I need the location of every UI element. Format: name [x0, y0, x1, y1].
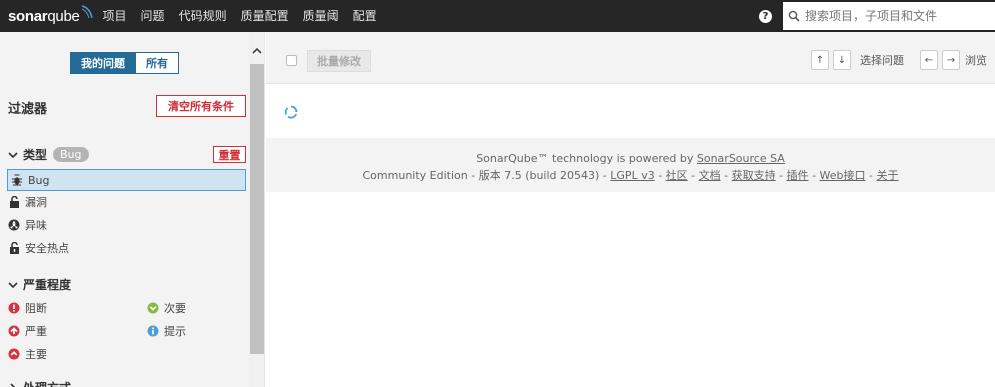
version-text: 版本 7.5 (build 20543) [478, 169, 600, 182]
sonar-wave-icon [81, 5, 93, 19]
minor-icon [147, 302, 159, 314]
blocker-icon [8, 302, 20, 314]
facet-item-blocker[interactable]: 阻断 [8, 298, 47, 318]
facet-item-label: 主要 [25, 348, 47, 361]
major-icon [8, 348, 20, 360]
my-issues-button[interactable]: 我的问题 [70, 52, 136, 74]
sonarsource-link[interactable]: SonarSource SA [697, 152, 785, 165]
chevron-down-icon [8, 151, 18, 159]
license-link[interactable]: LGPL v3 [610, 169, 654, 182]
scroll-up-arrow-icon[interactable] [249, 44, 264, 58]
facet-item-minor[interactable]: 次要 [147, 298, 186, 318]
facet-item-major[interactable]: 主要 [8, 344, 47, 364]
clear-all-filters-button[interactable]: 清空所有条件 [156, 95, 246, 117]
web-api-link[interactable]: Web接口 [820, 169, 866, 182]
sidebar-scrollbar[interactable] [249, 32, 264, 387]
bug-icon [11, 174, 23, 186]
nav-quality-gates[interactable]: 质量阈 [303, 0, 339, 32]
top-navigation-bar: sonarqube 项目 问题 代码规则 质量配置 质量阈 配置 ? [0, 0, 995, 32]
help-icon[interactable]: ? [759, 9, 772, 23]
arrow-down-key-icon: ↓ [833, 50, 851, 70]
facet-item-label: 次要 [164, 302, 186, 315]
logo-text-bold: sonar [8, 7, 48, 25]
critical-icon [8, 325, 20, 337]
nav-quality-profiles[interactable]: 质量配置 [241, 0, 289, 32]
arrow-left-key-icon: ← [920, 50, 938, 70]
page-footer: SonarQube™ technology is powered by Sona… [266, 138, 995, 192]
filters-sidebar: 我的问题 所有 过滤器 清空所有条件 类型 Bug 重置 Bug 漏洞 异味 安… [0, 32, 265, 387]
issues-main-panel: 批量修改 ↑ ↓ 选择问题 ← → 浏览 SonarQube™ technolo… [266, 32, 995, 387]
all-issues-button[interactable]: 所有 [136, 52, 179, 74]
severity-facet-header[interactable]: 严重程度 [8, 276, 71, 293]
type-facet-title: 类型 [23, 148, 48, 162]
nav-administration[interactable]: 配置 [353, 0, 377, 32]
facet-item-code-smell[interactable]: 异味 [8, 215, 47, 235]
nav-issues[interactable]: 问题 [141, 0, 165, 32]
select-issues-hint: 选择问题 [860, 54, 904, 67]
info-icon [147, 325, 159, 337]
about-link[interactable]: 关于 [877, 169, 899, 182]
chevron-down-icon [8, 281, 18, 289]
facet-item-info[interactable]: 提示 [147, 321, 186, 341]
resolution-facet-header[interactable]: 处理方式 [8, 379, 71, 387]
facet-item-label: 漏洞 [25, 196, 47, 209]
nav-rules[interactable]: 代码规则 [179, 0, 227, 32]
plugins-link[interactable]: 插件 [787, 169, 809, 182]
issues-scope-toggle: 我的问题 所有 [70, 52, 179, 74]
facet-item-critical[interactable]: 严重 [8, 321, 47, 341]
nav-projects[interactable]: 项目 [103, 0, 127, 32]
type-facet-badge: Bug [53, 147, 89, 162]
issues-toolbar: 批量修改 ↑ ↓ 选择问题 ← → 浏览 [266, 32, 995, 84]
edition-text: Community Edition [362, 169, 468, 182]
type-reset-button[interactable]: 重置 [213, 146, 246, 163]
facet-item-vulnerability[interactable]: 漏洞 [8, 192, 47, 212]
facet-item-label: 安全热点 [25, 242, 69, 255]
footer-links-line: Community Edition - 版本 7.5 (build 20543)… [362, 169, 899, 182]
documentation-link[interactable]: 文档 [699, 169, 721, 182]
sonarqube-logo[interactable]: sonarqube [8, 0, 93, 32]
powered-by-text: SonarQube™ technology is powered by [476, 152, 694, 165]
facet-item-label: 异味 [25, 219, 47, 232]
arrow-up-key-icon: ↑ [811, 50, 829, 70]
security-hotspot-icon [8, 242, 20, 254]
type-facet-header[interactable]: 类型 Bug [8, 146, 89, 163]
footer-powered-line: SonarQube™ technology is powered by Sona… [266, 150, 995, 167]
navigate-hint: 浏览 [965, 54, 987, 67]
community-link[interactable]: 社区 [666, 169, 688, 182]
global-search[interactable] [783, 2, 995, 30]
facet-item-bug[interactable]: Bug [7, 169, 246, 191]
lock-icon [8, 196, 20, 208]
chevron-right-icon [8, 382, 18, 387]
arrow-right-key-icon: → [942, 50, 960, 70]
code-smell-icon [8, 219, 20, 231]
get-support-link[interactable]: 获取支持 [732, 169, 776, 182]
loading-spinner-icon [284, 105, 298, 119]
logo-text-light: qube [47, 7, 80, 25]
facet-item-label: 阻断 [25, 302, 47, 315]
severity-facet-title: 严重程度 [23, 278, 72, 292]
filters-title: 过滤器 [8, 102, 48, 117]
facet-item-security-hotspot[interactable]: 安全热点 [8, 238, 69, 258]
select-all-checkbox[interactable] [286, 55, 297, 66]
facet-item-label: Bug [28, 173, 50, 187]
search-icon [788, 10, 800, 22]
search-input[interactable] [805, 9, 985, 23]
facet-item-label: 提示 [164, 325, 186, 338]
facet-item-label: 严重 [25, 325, 47, 338]
scrollbar-thumb[interactable] [250, 64, 264, 354]
bulk-change-button[interactable]: 批量修改 [307, 50, 371, 72]
resolution-facet-title: 处理方式 [23, 379, 71, 387]
